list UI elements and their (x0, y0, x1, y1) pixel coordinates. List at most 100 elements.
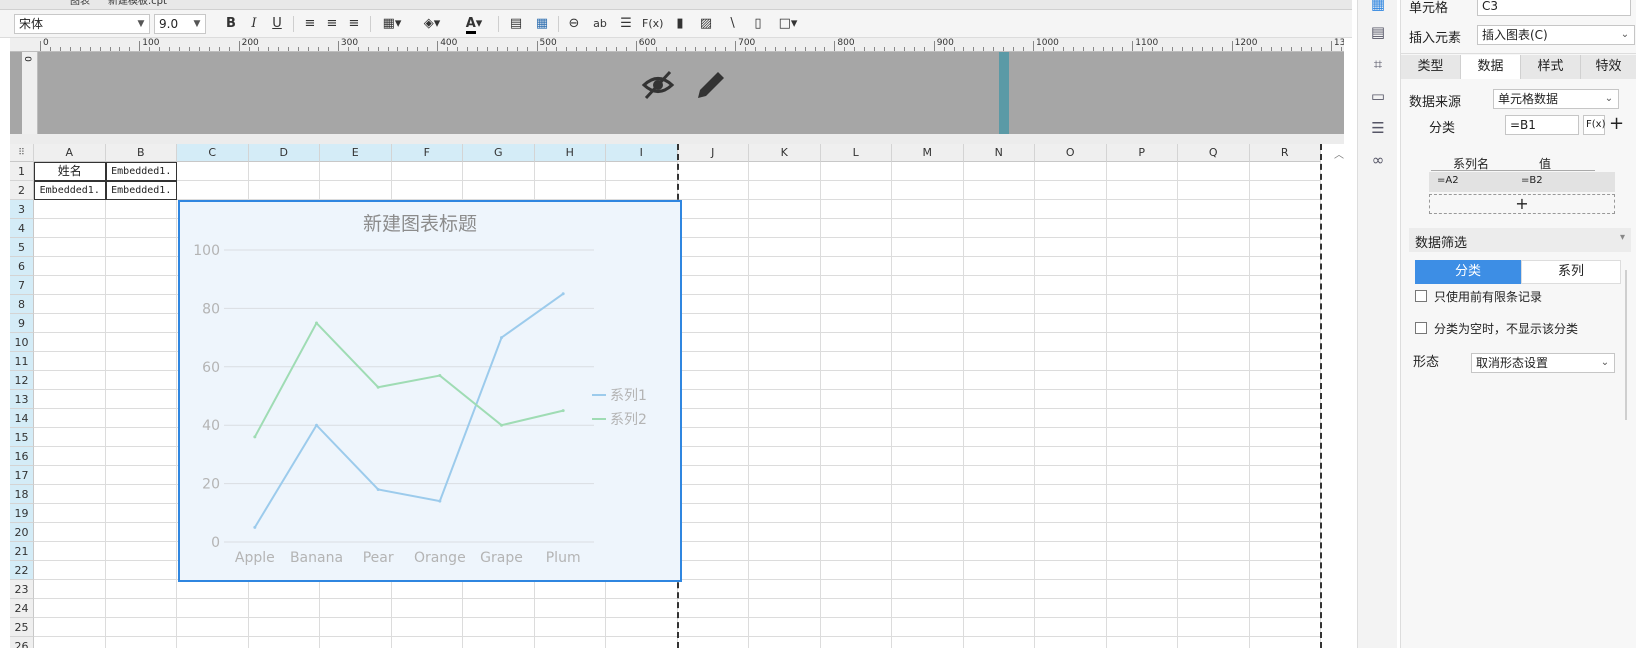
fill-color-icon[interactable]: ◈▾ (418, 15, 446, 33)
grid-cell[interactable] (1178, 295, 1250, 314)
grid-cell[interactable] (320, 162, 392, 181)
chart-icon[interactable]: ▮ (670, 15, 690, 33)
tab-chart[interactable]: 图表 (70, 0, 90, 9)
row-header[interactable]: 16 (10, 447, 34, 466)
align-center-icon[interactable]: ≡ (322, 15, 342, 33)
grid-cell[interactable] (606, 637, 678, 648)
grid-cell[interactable] (677, 580, 749, 599)
font-select[interactable]: 宋体 ▼ (14, 14, 150, 34)
grid-cell[interactable] (892, 314, 964, 333)
filter-tab-series[interactable]: 系列 (1521, 260, 1621, 284)
column-header[interactable]: E (320, 144, 392, 162)
column-header[interactable]: Q (1178, 144, 1250, 162)
eye-off-icon[interactable] (641, 70, 675, 100)
tab-type[interactable]: 类型 (1401, 55, 1461, 79)
grid-cell[interactable] (1035, 200, 1107, 219)
grid-cell[interactable] (749, 618, 821, 637)
grid-cell[interactable] (963, 409, 1035, 428)
grid-cell[interactable] (677, 352, 749, 371)
grid-cell[interactable] (1249, 504, 1321, 523)
grid-cell[interactable] (34, 599, 106, 618)
grid-cell[interactable] (677, 561, 749, 580)
grid-cell[interactable] (677, 542, 749, 561)
row-header[interactable]: 24 (10, 599, 34, 618)
grid-cell[interactable] (1106, 257, 1178, 276)
grid-cell[interactable] (34, 276, 106, 295)
grid-cell[interactable] (749, 504, 821, 523)
row-header[interactable]: 12 (10, 371, 34, 390)
grid-cell[interactable] (963, 162, 1035, 181)
grid-cell[interactable] (1249, 618, 1321, 637)
grid-cell[interactable] (105, 580, 177, 599)
grid-cell[interactable] (1249, 257, 1321, 276)
grid-cell[interactable] (677, 257, 749, 276)
grid-cell[interactable] (1106, 200, 1178, 219)
grid-cell[interactable] (820, 561, 892, 580)
grid-cell[interactable] (963, 181, 1035, 200)
grid-cell[interactable] (105, 561, 177, 580)
tab-template[interactable]: 新建模板.cpt (108, 0, 167, 9)
grid-cell[interactable] (820, 352, 892, 371)
grid-cell[interactable]: Embedded1. (34, 181, 106, 200)
grid-cell[interactable] (1178, 371, 1250, 390)
parameter-icon[interactable]: ▭ (1368, 86, 1388, 106)
row-header[interactable]: 21 (10, 542, 34, 561)
grid-cell[interactable] (463, 599, 535, 618)
grid-cell[interactable] (1250, 637, 1321, 648)
grid-cell[interactable] (1249, 314, 1321, 333)
grid-cell[interactable] (1178, 618, 1250, 637)
form-select[interactable]: 取消形态设置 ⌄ (1471, 353, 1615, 373)
grid-cell[interactable] (749, 219, 821, 238)
grid-cell[interactable] (749, 599, 821, 618)
grid-cell[interactable] (820, 257, 892, 276)
grid-cell[interactable] (677, 200, 749, 219)
grid-cell[interactable] (749, 371, 821, 390)
row-header[interactable]: 15 (10, 428, 34, 447)
grid-cell[interactable] (34, 371, 106, 390)
grid-cell[interactable] (892, 219, 964, 238)
grid-cell[interactable] (320, 181, 392, 200)
grid-cell[interactable] (1178, 276, 1250, 295)
grid-cell[interactable] (1249, 542, 1321, 561)
grid-cell[interactable] (677, 409, 749, 428)
grid-cell[interactable] (391, 181, 463, 200)
grid-cell[interactable] (1249, 295, 1321, 314)
grid-cell[interactable] (105, 257, 177, 276)
grid-cell[interactable] (1178, 219, 1250, 238)
grid-cell[interactable] (105, 428, 177, 447)
grid-cell[interactable] (892, 181, 964, 200)
grid-cell[interactable] (105, 447, 177, 466)
grid-cell[interactable] (963, 276, 1035, 295)
grid-cell[interactable] (1249, 219, 1321, 238)
grid-cell[interactable] (1106, 352, 1178, 371)
grid-cell[interactable] (963, 504, 1035, 523)
grid-cell[interactable] (1106, 314, 1178, 333)
grid-cell[interactable] (248, 162, 320, 181)
grid-cell[interactable] (1106, 333, 1178, 352)
grid-cell[interactable] (820, 523, 892, 542)
grid-cell[interactable] (1035, 561, 1107, 580)
grid-cell[interactable] (749, 333, 821, 352)
column-header[interactable]: A (34, 144, 106, 162)
grid-cell[interactable] (1249, 200, 1321, 219)
grid-cell[interactable] (34, 409, 106, 428)
grid-cell[interactable] (1035, 504, 1107, 523)
grid-cell[interactable] (963, 200, 1035, 219)
grid-cell[interactable] (963, 390, 1035, 409)
grid-cell[interactable] (1178, 352, 1250, 371)
grid-cell[interactable] (105, 219, 177, 238)
grid-cell[interactable] (34, 219, 106, 238)
grid-cell[interactable] (820, 238, 892, 257)
grid-cell[interactable] (1106, 219, 1178, 238)
grid-cell[interactable] (105, 295, 177, 314)
grid-cell[interactable] (963, 371, 1035, 390)
add-series-button[interactable]: + (1429, 194, 1615, 214)
grid-cell[interactable] (1249, 447, 1321, 466)
grid-cell[interactable] (1106, 561, 1178, 580)
grid-cell[interactable] (534, 599, 606, 618)
grid-cell[interactable] (892, 637, 964, 648)
grid-cell[interactable] (34, 238, 106, 257)
grid-cell[interactable] (963, 314, 1035, 333)
grid-cell[interactable] (1249, 238, 1321, 257)
grid-cell[interactable] (677, 523, 749, 542)
